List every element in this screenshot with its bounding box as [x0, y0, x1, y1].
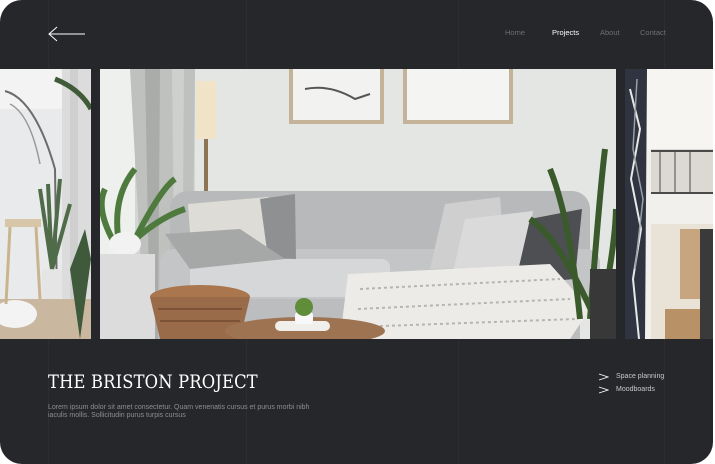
carousel-image-next[interactable]: [625, 69, 713, 339]
carousel-image-previous[interactable]: [0, 69, 91, 339]
image-carousel[interactable]: [0, 69, 713, 339]
service-label: Space planning: [616, 373, 665, 380]
nav-home[interactable]: Home: [505, 28, 525, 37]
chevron-right-icon: [598, 373, 609, 381]
top-nav: Home Projects About Contact: [0, 28, 713, 40]
service-label: Moodboards: [616, 386, 655, 393]
nav-about[interactable]: About: [600, 28, 620, 37]
project-card: Home Projects About Contact THE BRISTON …: [0, 0, 713, 464]
chevron-right-icon: [598, 386, 609, 394]
nav-contact[interactable]: Contact: [640, 28, 666, 37]
project-description: Lorem ipsum dolor sit amet consectetur. …: [48, 404, 310, 419]
project-title: THE BRISTON PROJECT: [48, 371, 258, 393]
carousel-image-main[interactable]: [100, 69, 616, 339]
nav-projects[interactable]: Projects: [552, 28, 579, 37]
